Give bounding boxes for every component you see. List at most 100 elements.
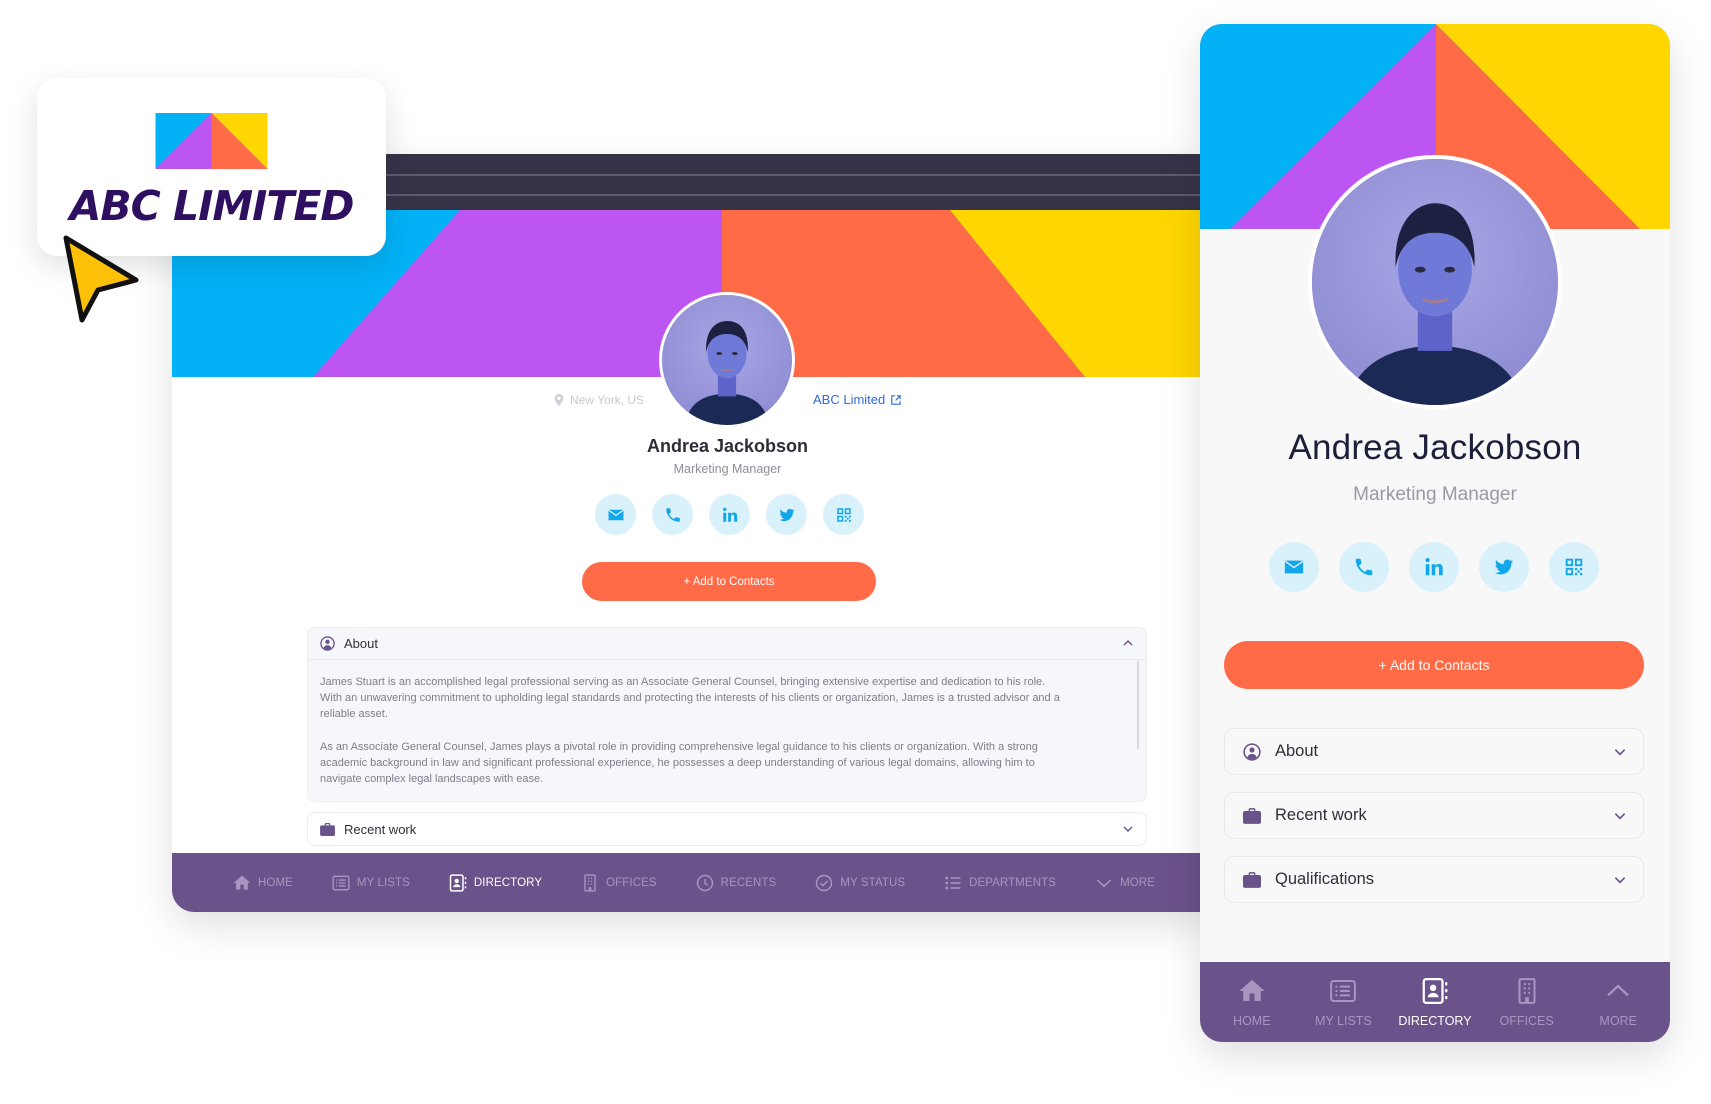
linkedin-button[interactable] [1409, 542, 1459, 592]
about-section-header[interactable]: About [308, 628, 1146, 660]
profile-avatar [659, 292, 795, 428]
briefcase-icon [1243, 871, 1261, 888]
email-icon [1284, 560, 1304, 574]
profile-name: Andrea Jackobson [1288, 428, 1582, 467]
linkedin-button[interactable] [709, 494, 750, 535]
building-icon [584, 873, 596, 892]
nav-label: MORE [1120, 876, 1155, 889]
qualifications-title: Qualifications [1275, 870, 1375, 888]
twitter-icon [1493, 556, 1515, 578]
nav-label: MY STATUS [840, 876, 906, 889]
nav-more[interactable]: MORE [1094, 873, 1155, 893]
qr-code-button[interactable] [1549, 542, 1599, 592]
phone-button[interactable] [652, 494, 693, 535]
nav-my-lists[interactable]: MY LISTS [1298, 962, 1388, 1042]
about-section-title: About [1275, 742, 1319, 760]
external-link-icon [891, 394, 901, 405]
nav-offices[interactable]: OFFICES [1482, 962, 1572, 1042]
email-button[interactable] [595, 494, 636, 535]
user-circle-icon [320, 636, 335, 651]
social-links [595, 494, 864, 535]
nav-directory[interactable]: DIRECTORY [1390, 962, 1480, 1042]
twitter-button[interactable] [1479, 542, 1529, 592]
qr-code-icon [1563, 556, 1585, 578]
email-button[interactable] [1269, 542, 1319, 592]
company-link-text[interactable]: ABC Limited [813, 392, 885, 407]
recent-work-title: Recent work [344, 821, 417, 837]
location: New York, US [554, 393, 644, 407]
user-circle-icon [1243, 742, 1261, 761]
qualifications-section[interactable]: Qualifications [1224, 856, 1644, 903]
add-to-contacts-button[interactable]: + Add to Contacts [1224, 641, 1644, 689]
about-section[interactable]: About [1224, 728, 1644, 775]
chevron-up-icon [1607, 984, 1629, 997]
nav-my-lists[interactable]: MY LISTS [331, 873, 410, 893]
about-paragraph: As an Associate General Counsel, James p… [320, 740, 1038, 786]
chevron-up-icon[interactable] [1122, 637, 1134, 649]
about-section: About James Stuart is an accomplished le… [307, 627, 1147, 802]
mobile-bottom-nav: HOME MY LISTS DIRECTORY OFFICES MORE [1200, 962, 1670, 1042]
add-to-contacts-button[interactable]: + Add to Contacts [582, 562, 876, 601]
nav-label: HOME [1233, 1014, 1271, 1028]
chevron-down-icon [1096, 879, 1112, 887]
list-icon [1330, 980, 1357, 1002]
company-logo-text: ABC LIMITED [69, 182, 355, 230]
directory-icon [1422, 978, 1448, 1004]
phone-icon [664, 506, 682, 524]
chevron-down-icon[interactable] [1122, 823, 1134, 835]
company-link[interactable]: ABC Limited [813, 392, 901, 407]
company-logo-mark [155, 113, 268, 169]
check-circle-icon [816, 874, 833, 891]
linkedin-icon [1423, 556, 1445, 578]
about-scrollbar[interactable] [1137, 661, 1139, 749]
nav-label: RECENTS [720, 876, 777, 889]
recent-work-section[interactable]: Recent work [1224, 792, 1644, 839]
briefcase-icon [1243, 807, 1261, 824]
nav-label: MORE [1599, 1014, 1637, 1028]
nav-label: MY LISTS [356, 876, 410, 889]
desktop-bottom-nav: HOME MY LISTS DIRECTORY OFFICES RECENTS … [172, 853, 1212, 912]
profile-role: Marketing Manager [673, 462, 782, 476]
location-text: New York, US [570, 393, 645, 407]
email-icon [607, 509, 624, 520]
list-icon [332, 875, 350, 890]
home-icon [1239, 979, 1265, 1001]
profile-name: Andrea Jackobson [646, 436, 809, 456]
chevron-down-icon[interactable] [1613, 873, 1627, 887]
clock-icon [696, 874, 713, 891]
nav-home[interactable]: HOME [1207, 962, 1297, 1042]
phone-icon [1353, 556, 1375, 578]
nav-directory[interactable]: DIRECTORY [448, 873, 542, 893]
about-section-title: About [344, 636, 378, 651]
briefcase-icon [320, 822, 335, 836]
linkedin-icon [721, 506, 739, 524]
departments-icon [945, 876, 961, 889]
nav-label: DIRECTORY [1398, 1014, 1472, 1028]
nav-home[interactable]: HOME [232, 873, 293, 893]
nav-offices[interactable]: OFFICES [580, 873, 657, 893]
chevron-down-icon[interactable] [1613, 809, 1627, 823]
nav-label: MY LISTS [1315, 1014, 1372, 1028]
about-section-body: James Stuart is an accomplished legal pr… [308, 660, 1146, 787]
location-pin-icon [554, 394, 564, 406]
nav-label: OFFICES [1499, 1014, 1554, 1028]
building-icon [1518, 978, 1536, 1004]
profile-role: Marketing Manager [1353, 484, 1517, 505]
mouse-cursor-icon [63, 235, 139, 323]
nav-recents[interactable]: RECENTS [695, 873, 777, 893]
nav-my-status[interactable]: MY STATUS [814, 873, 905, 893]
qr-code-icon [835, 506, 853, 524]
twitter-button[interactable] [766, 494, 807, 535]
recent-work-section[interactable]: Recent work [307, 812, 1147, 846]
mobile-profile-view: Andrea Jackobson Marketing Manager + Add… [1200, 24, 1670, 1042]
phone-button[interactable] [1339, 542, 1389, 592]
recent-work-title: Recent work [1275, 806, 1367, 824]
social-links-mobile [1269, 542, 1599, 592]
nav-departments[interactable]: DEPARTMENTS [943, 873, 1056, 893]
twitter-icon [778, 506, 796, 524]
profile-avatar-mobile [1308, 155, 1562, 409]
nav-more[interactable]: MORE [1573, 962, 1663, 1042]
qr-code-button[interactable] [823, 494, 864, 535]
nav-label: DIRECTORY [473, 876, 543, 889]
chevron-down-icon[interactable] [1613, 745, 1627, 759]
